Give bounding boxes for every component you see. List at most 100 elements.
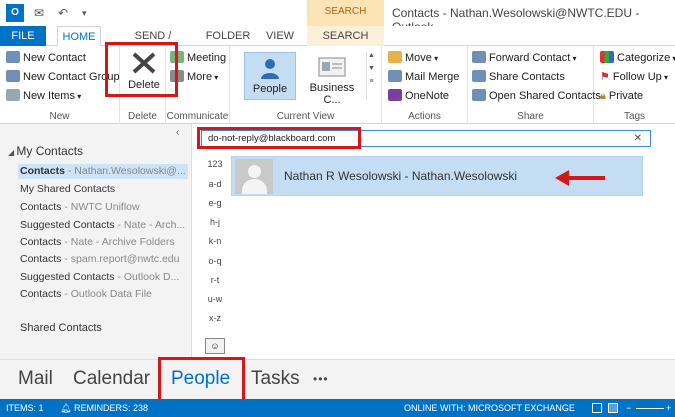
tab-view[interactable]: VIEW [262,26,298,46]
alpha-index-123[interactable]: 123 [205,159,225,169]
zoom-plus-icon[interactable]: + [666,399,671,417]
alpha-index-k-n[interactable]: k-n [205,236,225,246]
quick-access-dropdown-icon[interactable]: ▾ [82,8,87,19]
nav-item-my-shared-contacts[interactable]: My Shared Contacts [20,182,190,197]
move-icon [388,51,402,63]
folder-pane: ‹ ◢ My Contacts Contacts - Nathan.Wesolo… [0,124,192,359]
nav-calendar[interactable]: Calendar [73,368,150,390]
nav-item-contacts-outlook-data-file[interactable]: Contacts - Outlook Data File [20,287,190,302]
alpha-index-r-t[interactable]: r-t [205,275,225,285]
onenote-button[interactable]: OneNote [388,87,449,105]
open-shared-contacts-icon [472,89,486,101]
contact-icon [6,51,20,63]
people-view-icon [261,59,279,79]
alpha-index-u-w[interactable]: u-w [205,294,225,304]
new-contact-group-button[interactable]: New Contact Group [6,68,120,86]
share-contacts-button[interactable]: Share Contacts [472,68,565,86]
module-navigation: Mail Calendar People Tasks ••• [0,357,675,403]
alpha-index-e-g[interactable]: e-g [205,198,225,208]
bell-icon: 🔔︎ [60,403,72,413]
contacts-view: do-not-reply@blackboard.com ✕ 123 a-d e-… [193,124,675,359]
zoom-slider[interactable] [636,408,664,409]
nav-more-icon[interactable]: ••• [313,372,329,386]
view-gallery-scroll[interactable]: ▲ ▼ ≡ [366,52,376,100]
categorize-button[interactable]: Categorize ▾ [600,49,675,67]
move-button[interactable]: Move ▾ [388,49,438,67]
business-card-icon [318,57,346,77]
mail-merge-button[interactable]: Mail Merge [388,68,459,86]
current-view-group: People Business C... ▲ ▼ ≡ Current View [230,46,382,124]
tab-file[interactable]: FILE [0,26,46,46]
alpha-index-o-q[interactable]: o-q [205,256,225,266]
current-view-group-label: Current View [276,111,335,122]
actions-group: Move ▾ Mail Merge OneNote Actions [382,46,468,124]
flag-icon: ⚑ [600,71,610,83]
follow-up-button[interactable]: ⚑ Follow Up ▾ [600,68,668,86]
nav-item-contacts-uniflow[interactable]: Contacts - NWTC Uniflow [20,200,190,215]
nav-item-contacts-spam-report[interactable]: Contacts - spam.report@nwtc.edu [20,252,190,267]
forward-contact-button[interactable]: Forward Contact ▾ [472,49,577,67]
tags-group-label: Tags [623,111,646,122]
business-card-view-button[interactable]: Business C... [300,52,364,106]
ribbon-tabs: FILE HOME SEND / RECEIVE FOLDER VIEW SEA… [0,26,675,62]
communicate-group-label: Communicate [166,111,229,122]
share-group: Forward Contact ▾ Share Contacts Open Sh… [468,46,601,124]
new-items-icon [6,89,20,101]
tab-folder[interactable]: FOLDER [203,26,253,46]
contact-name: Nathan R Wesolowski - Nathan.Wesolowski [284,169,517,183]
lock-icon: 🔒︎ [600,90,606,102]
title-bar: O ✉ ↶ ▾ SEARCH TOOLS Contacts - Nathan.W… [0,0,675,41]
share-contacts-icon [472,70,486,82]
tags-group: Categorize ▾ ⚑ Follow Up ▾ 🔒︎ Private Tags [594,46,675,124]
outlook-window: O ✉ ↶ ▾ SEARCH TOOLS Contacts - Nathan.W… [0,0,675,417]
new-contact-button[interactable]: New Contact [6,49,86,67]
items-count: ITEMS: 1 [6,403,44,413]
tab-search[interactable]: SEARCH [307,26,384,46]
address-book-icon[interactable]: ☺ [205,338,225,354]
status-bar: ITEMS: 1 🔔︎ REMINDERS: 238 ONLINE WITH: … [0,399,675,417]
search-highlight-box [197,127,361,149]
nav-item-suggested-contacts-outlook[interactable]: Suggested Contacts - Outlook D... [20,270,190,285]
private-button[interactable]: 🔒︎ Private [600,87,643,105]
contact-group-icon [6,70,20,82]
send-receive-icon[interactable]: ✉ [34,6,44,20]
close-search-icon[interactable]: ✕ [634,131,642,146]
people-highlight-box [158,357,245,403]
reading-view-icon[interactable] [608,403,618,413]
reminders-count[interactable]: REMINDERS: 238 [74,399,148,417]
tab-home[interactable]: HOME [57,26,101,47]
onenote-icon [388,89,402,101]
normal-view-icon[interactable] [592,403,602,413]
outlook-logo-icon: O [6,4,24,22]
business-card-view-label: Business C... [309,82,355,106]
categorize-icon [600,51,614,63]
nav-tasks[interactable]: Tasks [251,368,300,390]
nav-mail[interactable]: Mail [18,368,53,390]
undo-icon[interactable]: ↶ [58,6,68,20]
share-group-label: Share [517,111,544,122]
meeting-button[interactable]: Meeting [170,49,226,67]
shared-contacts-header[interactable]: Shared Contacts [20,322,102,334]
mail-merge-icon [388,70,402,82]
people-view-label: People [252,83,288,95]
alpha-index-h-j[interactable]: h-j [205,217,225,227]
search-tools-header: SEARCH TOOLS [307,0,384,41]
ribbon: New Contact New Contact Group New Items … [0,42,675,124]
people-view-button[interactable]: People [244,52,296,100]
new-group: New Contact New Contact Group New Items … [0,46,120,124]
delete-highlight-box [105,42,178,97]
new-group-label: New [49,111,70,122]
nav-item-suggested-contacts-archive[interactable]: Suggested Contacts - Nate - Arch... [20,218,190,233]
nav-item-contacts-mailbox[interactable]: Contacts - Nathan.Wesolowski@... [18,164,188,179]
open-shared-contacts-button[interactable]: Open Shared Contacts [472,87,601,105]
nav-item-contacts-archive-folders[interactable]: Contacts - Nate - Archive Folders [20,235,190,250]
collapse-pane-icon[interactable]: ‹ [176,127,179,138]
my-contacts-header[interactable]: ◢ My Contacts [8,144,83,158]
new-items-button[interactable]: New Items ▾ [6,87,81,105]
alpha-index-a-d[interactable]: a-d [205,179,225,189]
avatar [235,159,273,194]
zoom-minus-icon[interactable]: − [626,399,631,417]
red-arrow-annotation [555,170,605,186]
alpha-index-x-z[interactable]: x-z [205,313,225,323]
actions-group-label: Actions [408,111,441,122]
